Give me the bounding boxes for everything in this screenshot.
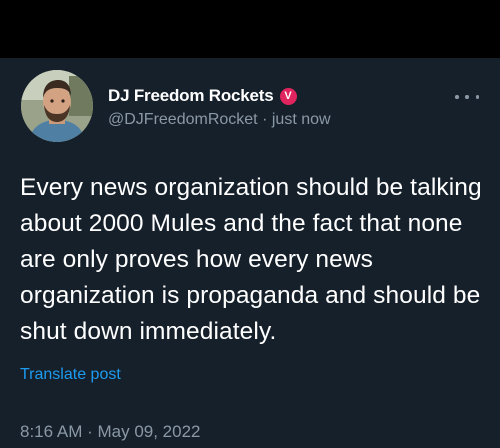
author-handle[interactable]: @DJFreedomRocket	[108, 111, 258, 128]
author-meta: @DJFreedomRocket · just now	[108, 111, 331, 129]
avatar-image	[21, 70, 93, 142]
relative-time[interactable]: just now	[272, 111, 331, 128]
top-bar	[0, 0, 500, 58]
more-dot	[465, 95, 469, 99]
tweet-text: Every news organization should be talkin…	[20, 174, 482, 345]
v-badge-icon: V	[279, 87, 297, 105]
author-display-name[interactable]: DJ Freedom Rockets	[108, 86, 274, 106]
meta-separator: ·	[262, 111, 268, 128]
more-options-icon[interactable]	[455, 88, 479, 106]
translate-post-link[interactable]: Translate post	[20, 366, 121, 384]
author-name-row: DJ Freedom Rockets V	[108, 86, 297, 106]
avatar[interactable]	[21, 70, 93, 142]
post-timestamp[interactable]: 8:16 AM · May 09, 2022	[20, 422, 201, 442]
post-card: DJ Freedom Rockets V @DJFreedomRocket · …	[0, 58, 500, 448]
more-dot	[475, 95, 479, 99]
more-dot	[455, 95, 459, 99]
